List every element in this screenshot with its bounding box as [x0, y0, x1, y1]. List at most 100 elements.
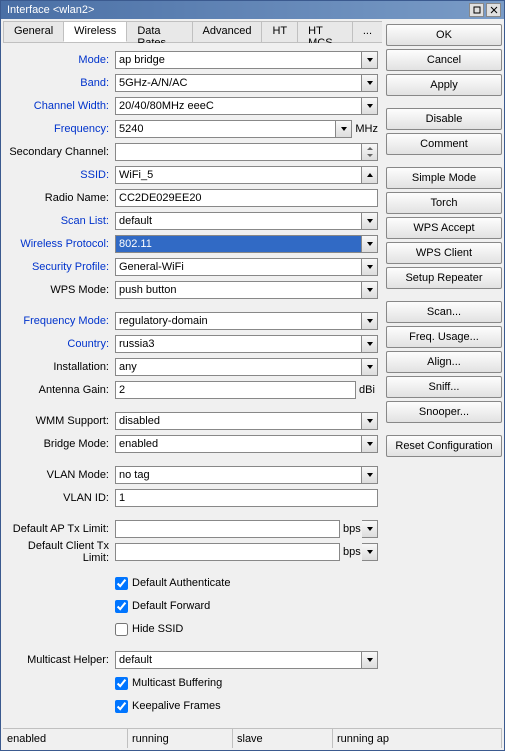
status-cell-3: running ap: [333, 729, 502, 748]
again-label: Antenna Gain:: [7, 384, 115, 396]
dctx-unit: bps: [340, 546, 362, 558]
inst-input[interactable]: [115, 358, 362, 376]
wps-dropdown-button[interactable]: [362, 281, 378, 299]
freq-input[interactable]: [115, 120, 336, 138]
scan-dropdown-button[interactable]: [362, 212, 378, 230]
bridge-input[interactable]: [115, 435, 362, 453]
disable-button[interactable]: Disable: [386, 108, 502, 130]
inst-dropdown-button[interactable]: [362, 358, 378, 376]
status-cell-2: slave: [233, 729, 333, 748]
wmm-dropdown-button[interactable]: [362, 412, 378, 430]
status-bar: enabledrunningslaverunning ap: [3, 728, 502, 748]
dauth-checkbox[interactable]: Default Authenticate: [115, 574, 230, 592]
sec-label: Secondary Channel:: [7, 146, 115, 158]
hidessid-checkbox-input[interactable]: [115, 623, 128, 636]
snooper--button[interactable]: Snooper...: [386, 401, 502, 423]
daptx-expand-button[interactable]: [362, 520, 378, 538]
mhelper-dropdown-button[interactable]: [362, 651, 378, 669]
band-dropdown-button[interactable]: [362, 74, 378, 92]
ok-button[interactable]: OK: [386, 24, 502, 46]
kafrm-checkbox-input[interactable]: [115, 700, 128, 713]
radio-input[interactable]: [115, 189, 378, 207]
vid-input[interactable]: [115, 489, 378, 507]
align--button[interactable]: Align...: [386, 351, 502, 373]
sniff--button[interactable]: Sniff...: [386, 376, 502, 398]
radio-label: Radio Name:: [7, 192, 115, 204]
tab-data-rates[interactable]: Data Rates: [126, 21, 192, 42]
freq-usage--button[interactable]: Freq. Usage...: [386, 326, 502, 348]
again-input[interactable]: [115, 381, 356, 399]
tab-advanced[interactable]: Advanced: [192, 21, 263, 42]
dctx-expand-button[interactable]: [362, 543, 378, 561]
bridge-dropdown-button[interactable]: [362, 435, 378, 453]
ssid-input[interactable]: [115, 166, 362, 184]
wps-input[interactable]: [115, 281, 362, 299]
country-dropdown-button[interactable]: [362, 335, 378, 353]
cancel-button[interactable]: Cancel: [386, 49, 502, 71]
setup-repeater-button[interactable]: Setup Repeater: [386, 267, 502, 289]
daptx-input[interactable]: [115, 520, 340, 538]
vmode-input[interactable]: [115, 466, 362, 484]
daptx-label: Default AP Tx Limit:: [7, 523, 115, 535]
ssid-label: SSID:: [7, 169, 115, 181]
mbuf-checkbox[interactable]: Multicast Buffering: [115, 674, 222, 692]
dfwd-checkbox[interactable]: Default Forward: [115, 597, 210, 615]
form-area: Mode:Band:Channel Width:Frequency:MHzSec…: [3, 43, 382, 728]
mbuf-checkbox-label: Multicast Buffering: [132, 677, 222, 689]
tab-ht-mcs[interactable]: HT MCS: [297, 21, 353, 42]
scan--button[interactable]: Scan...: [386, 301, 502, 323]
country-input[interactable]: [115, 335, 362, 353]
status-cell-0: enabled: [3, 729, 128, 748]
cw-dropdown-button[interactable]: [362, 97, 378, 115]
wproto-dropdown-button[interactable]: [362, 235, 378, 253]
ssid-dropdown-button[interactable]: [362, 166, 378, 184]
tab--[interactable]: ...: [352, 21, 382, 42]
secprof-input[interactable]: [115, 258, 362, 276]
mbuf-checkbox-input[interactable]: [115, 677, 128, 690]
window-title: Interface <wlan2>: [4, 4, 467, 16]
scan-input[interactable]: [115, 212, 362, 230]
kafrm-checkbox-label: Keepalive Frames: [132, 700, 221, 712]
wproto-input[interactable]: [115, 235, 362, 253]
vmode-dropdown-button[interactable]: [362, 466, 378, 484]
secprof-dropdown-button[interactable]: [362, 258, 378, 276]
hidessid-checkbox[interactable]: Hide SSID: [115, 620, 183, 638]
freq-dropdown-button[interactable]: [336, 120, 352, 138]
wmm-input[interactable]: [115, 412, 362, 430]
wps-accept-button[interactable]: WPS Accept: [386, 217, 502, 239]
comment-button[interactable]: Comment: [386, 133, 502, 155]
apply-button[interactable]: Apply: [386, 74, 502, 96]
mode-input[interactable]: [115, 51, 362, 69]
button-panel: OK Cancel Apply Disable Comment Simple Mode To…: [386, 21, 502, 728]
freq-label: Frequency:: [7, 123, 115, 135]
wps-client-button[interactable]: WPS Client: [386, 242, 502, 264]
band-input[interactable]: [115, 74, 362, 92]
dauth-checkbox-input[interactable]: [115, 577, 128, 590]
kafrm-checkbox[interactable]: Keepalive Frames: [115, 697, 221, 715]
reset-configuration-button[interactable]: Reset Configuration: [386, 435, 502, 457]
dfwd-checkbox-label: Default Forward: [132, 600, 210, 612]
tab-general[interactable]: General: [3, 21, 64, 42]
tab-bar: GeneralWirelessData RatesAdvancedHTHT MC…: [3, 21, 382, 43]
status-cell-1: running: [128, 729, 233, 748]
fmode-input[interactable]: [115, 312, 362, 330]
mode-dropdown-button[interactable]: [362, 51, 378, 69]
mhelper-label: Multicast Helper:: [7, 654, 115, 666]
again-unit: dBi: [356, 384, 378, 396]
close-button[interactable]: [486, 3, 501, 17]
cw-input[interactable]: [115, 97, 362, 115]
sec-input[interactable]: [115, 143, 362, 161]
mhelper-input[interactable]: [115, 651, 362, 669]
fmode-dropdown-button[interactable]: [362, 312, 378, 330]
sec-dropdown-button[interactable]: [362, 143, 378, 161]
dfwd-checkbox-input[interactable]: [115, 600, 128, 613]
tab-wireless[interactable]: Wireless: [63, 21, 127, 42]
dctx-input[interactable]: [115, 543, 340, 561]
freq-unit: MHz: [352, 123, 378, 135]
inst-label: Installation:: [7, 361, 115, 373]
tab-ht[interactable]: HT: [261, 21, 298, 42]
simple-mode-button[interactable]: Simple Mode: [386, 167, 502, 189]
country-label: Country:: [7, 338, 115, 350]
minimize-button[interactable]: [469, 3, 484, 17]
torch-button[interactable]: Torch: [386, 192, 502, 214]
